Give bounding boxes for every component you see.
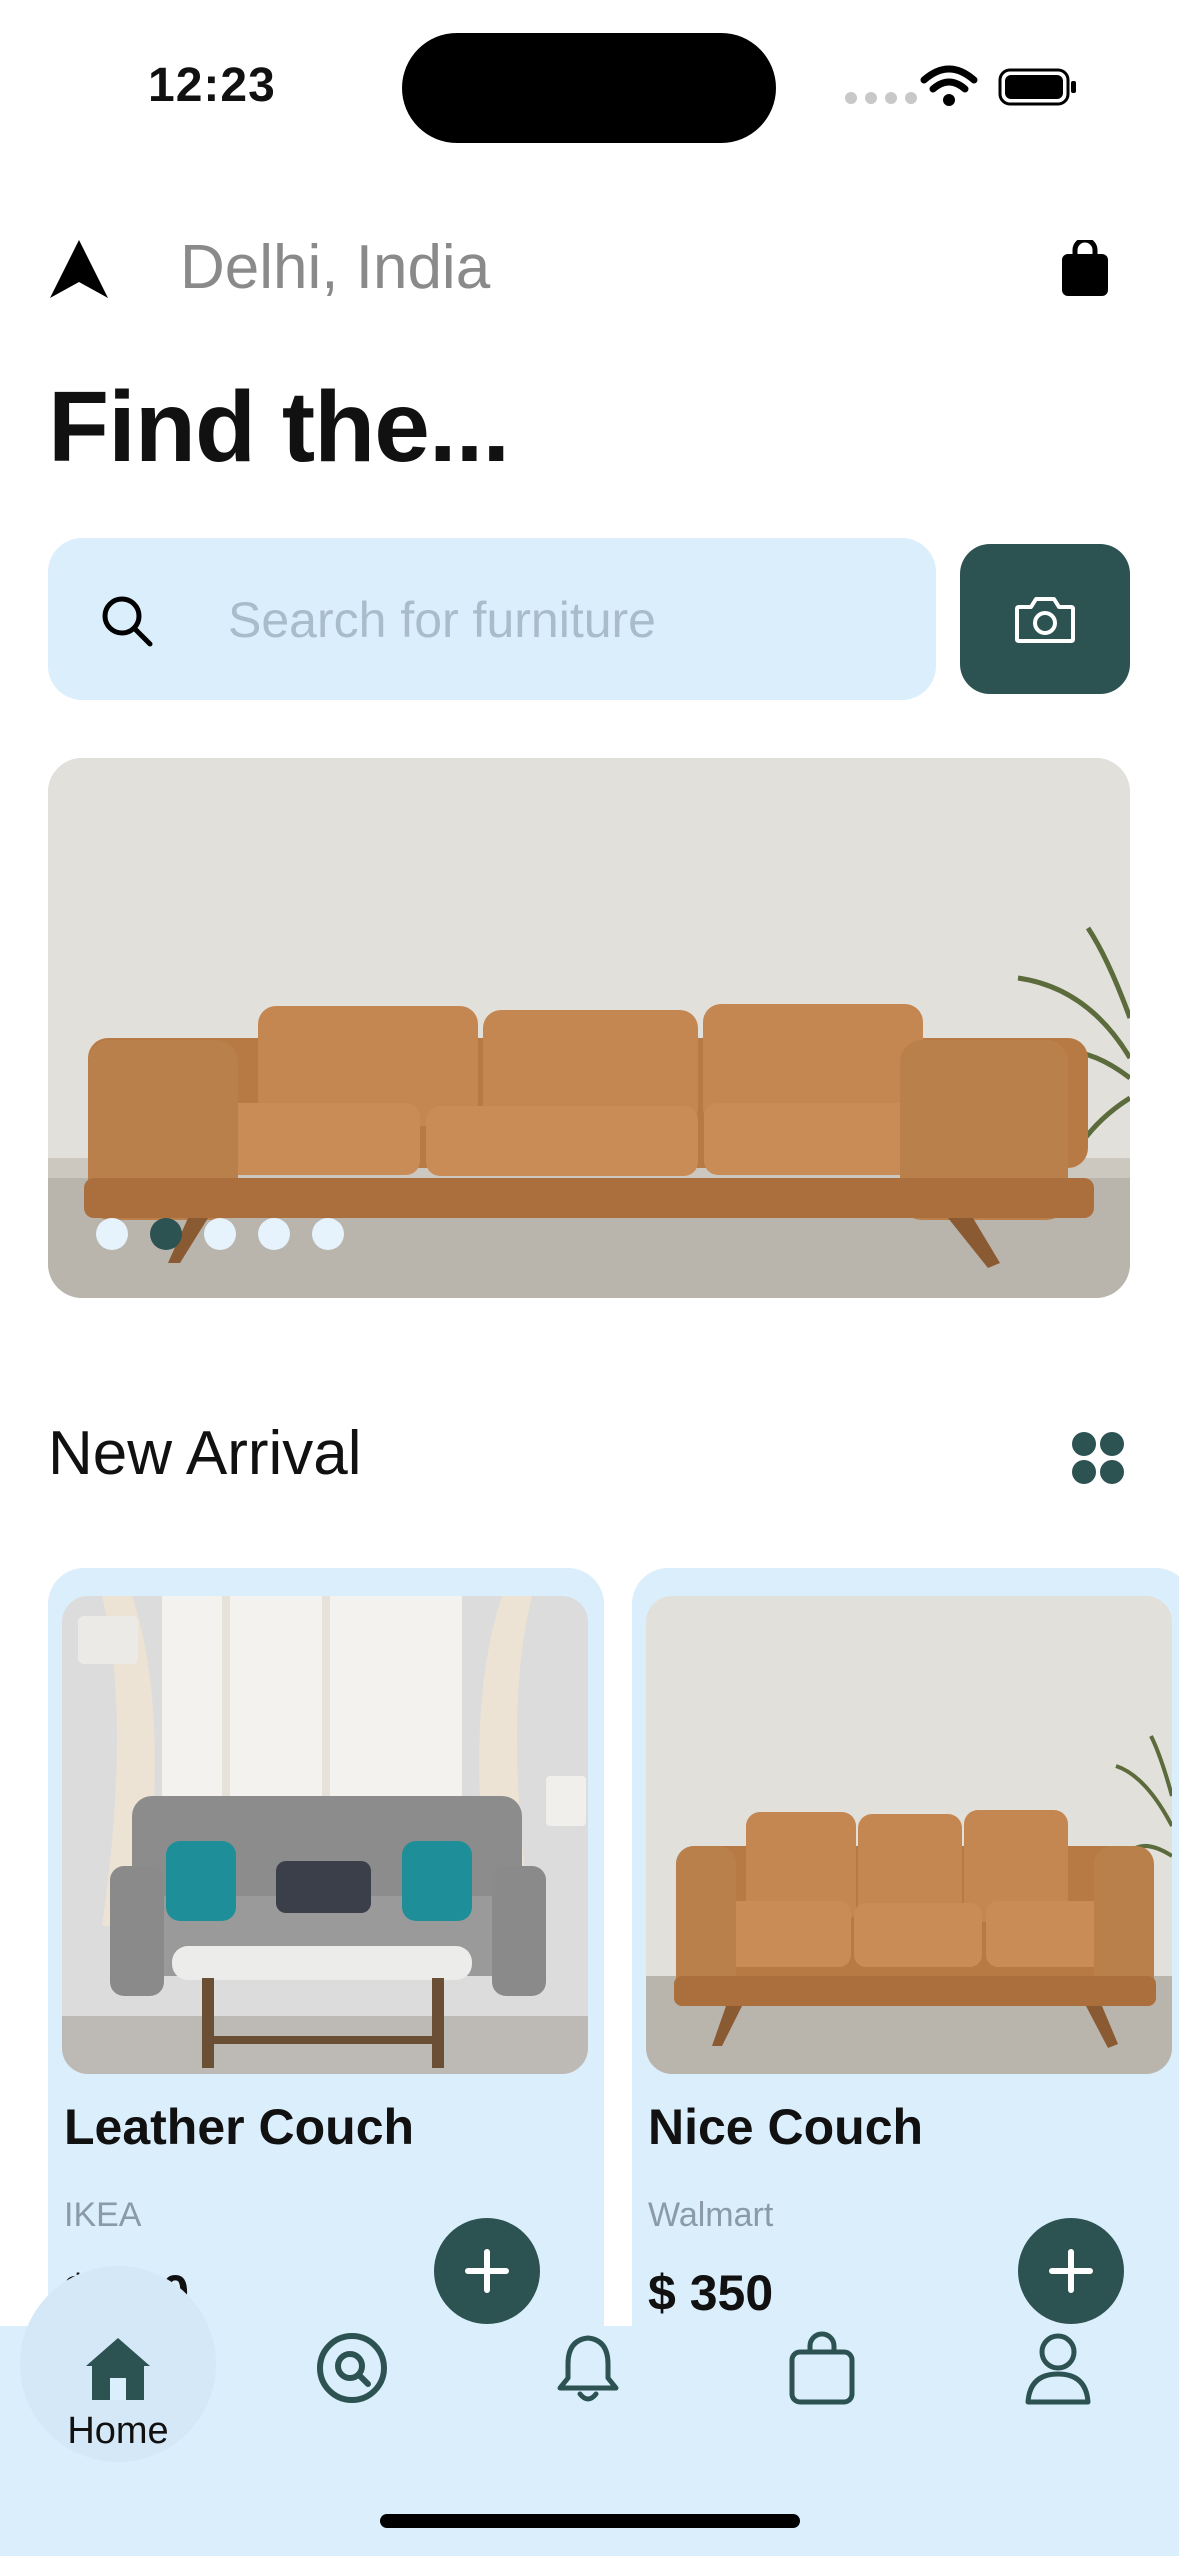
product-card[interactable]: Leather Couch IKEA $ 350: [48, 1568, 604, 2368]
product-title: Leather Couch: [64, 2099, 415, 2155]
search-icon: [102, 596, 153, 647]
plus-icon: [465, 2249, 509, 2293]
battery-icon: [998, 68, 1076, 106]
shopping-bag-icon[interactable]: [1060, 240, 1110, 298]
grid-icon[interactable]: [1070, 1430, 1126, 1486]
carousel-dot[interactable]: [96, 1218, 128, 1250]
product-image: [62, 1596, 588, 2074]
tab-home[interactable]: Home: [58, 2330, 178, 2490]
camera-icon: [1015, 597, 1075, 643]
carousel-indicator[interactable]: [96, 1218, 344, 1250]
add-to-cart-button[interactable]: [434, 2218, 540, 2324]
camera-search-button[interactable]: [960, 544, 1130, 694]
home-icon: [86, 2338, 150, 2400]
bag-icon: [789, 2331, 855, 2405]
tab-bag[interactable]: [762, 2330, 882, 2490]
carousel-dot[interactable]: [312, 1218, 344, 1250]
page-headline: Find the...: [48, 371, 510, 483]
dynamic-island: [402, 33, 776, 143]
bell-icon: [557, 2335, 619, 2402]
product-title: Nice Couch: [648, 2099, 924, 2155]
discover-icon: [317, 2333, 387, 2403]
product-brand: Walmart: [648, 2196, 774, 2234]
product-price: $ 350: [648, 2265, 774, 2321]
add-to-cart-button[interactable]: [1018, 2218, 1124, 2324]
tab-profile[interactable]: [998, 2330, 1118, 2490]
profile-icon: [1025, 2333, 1091, 2405]
status-time: 12:23: [148, 59, 276, 112]
home-indicator[interactable]: [380, 2514, 800, 2528]
tab-discover[interactable]: [292, 2330, 412, 2490]
carousel-dot[interactable]: [258, 1218, 290, 1250]
carousel-dot[interactable]: [204, 1218, 236, 1250]
location-label[interactable]: Delhi, India: [180, 232, 490, 303]
hero-banner-image[interactable]: [48, 758, 1130, 1298]
plus-icon: [1049, 2249, 1093, 2293]
product-card[interactable]: Nice Couch Walmart $ 350: [632, 1568, 1179, 2368]
wifi-icon: [920, 65, 978, 106]
tab-notifications[interactable]: [528, 2330, 648, 2490]
navigation-arrow-icon[interactable]: [46, 236, 112, 302]
tab-home-label: Home: [67, 2410, 169, 2452]
product-image: [646, 1596, 1172, 2074]
section-title: New Arrival: [48, 1419, 362, 1488]
carousel-dot-active[interactable]: [150, 1218, 182, 1250]
product-brand: IKEA: [64, 2196, 142, 2234]
search-input[interactable]: [228, 590, 908, 650]
cellular-signal-icon: [845, 92, 917, 104]
